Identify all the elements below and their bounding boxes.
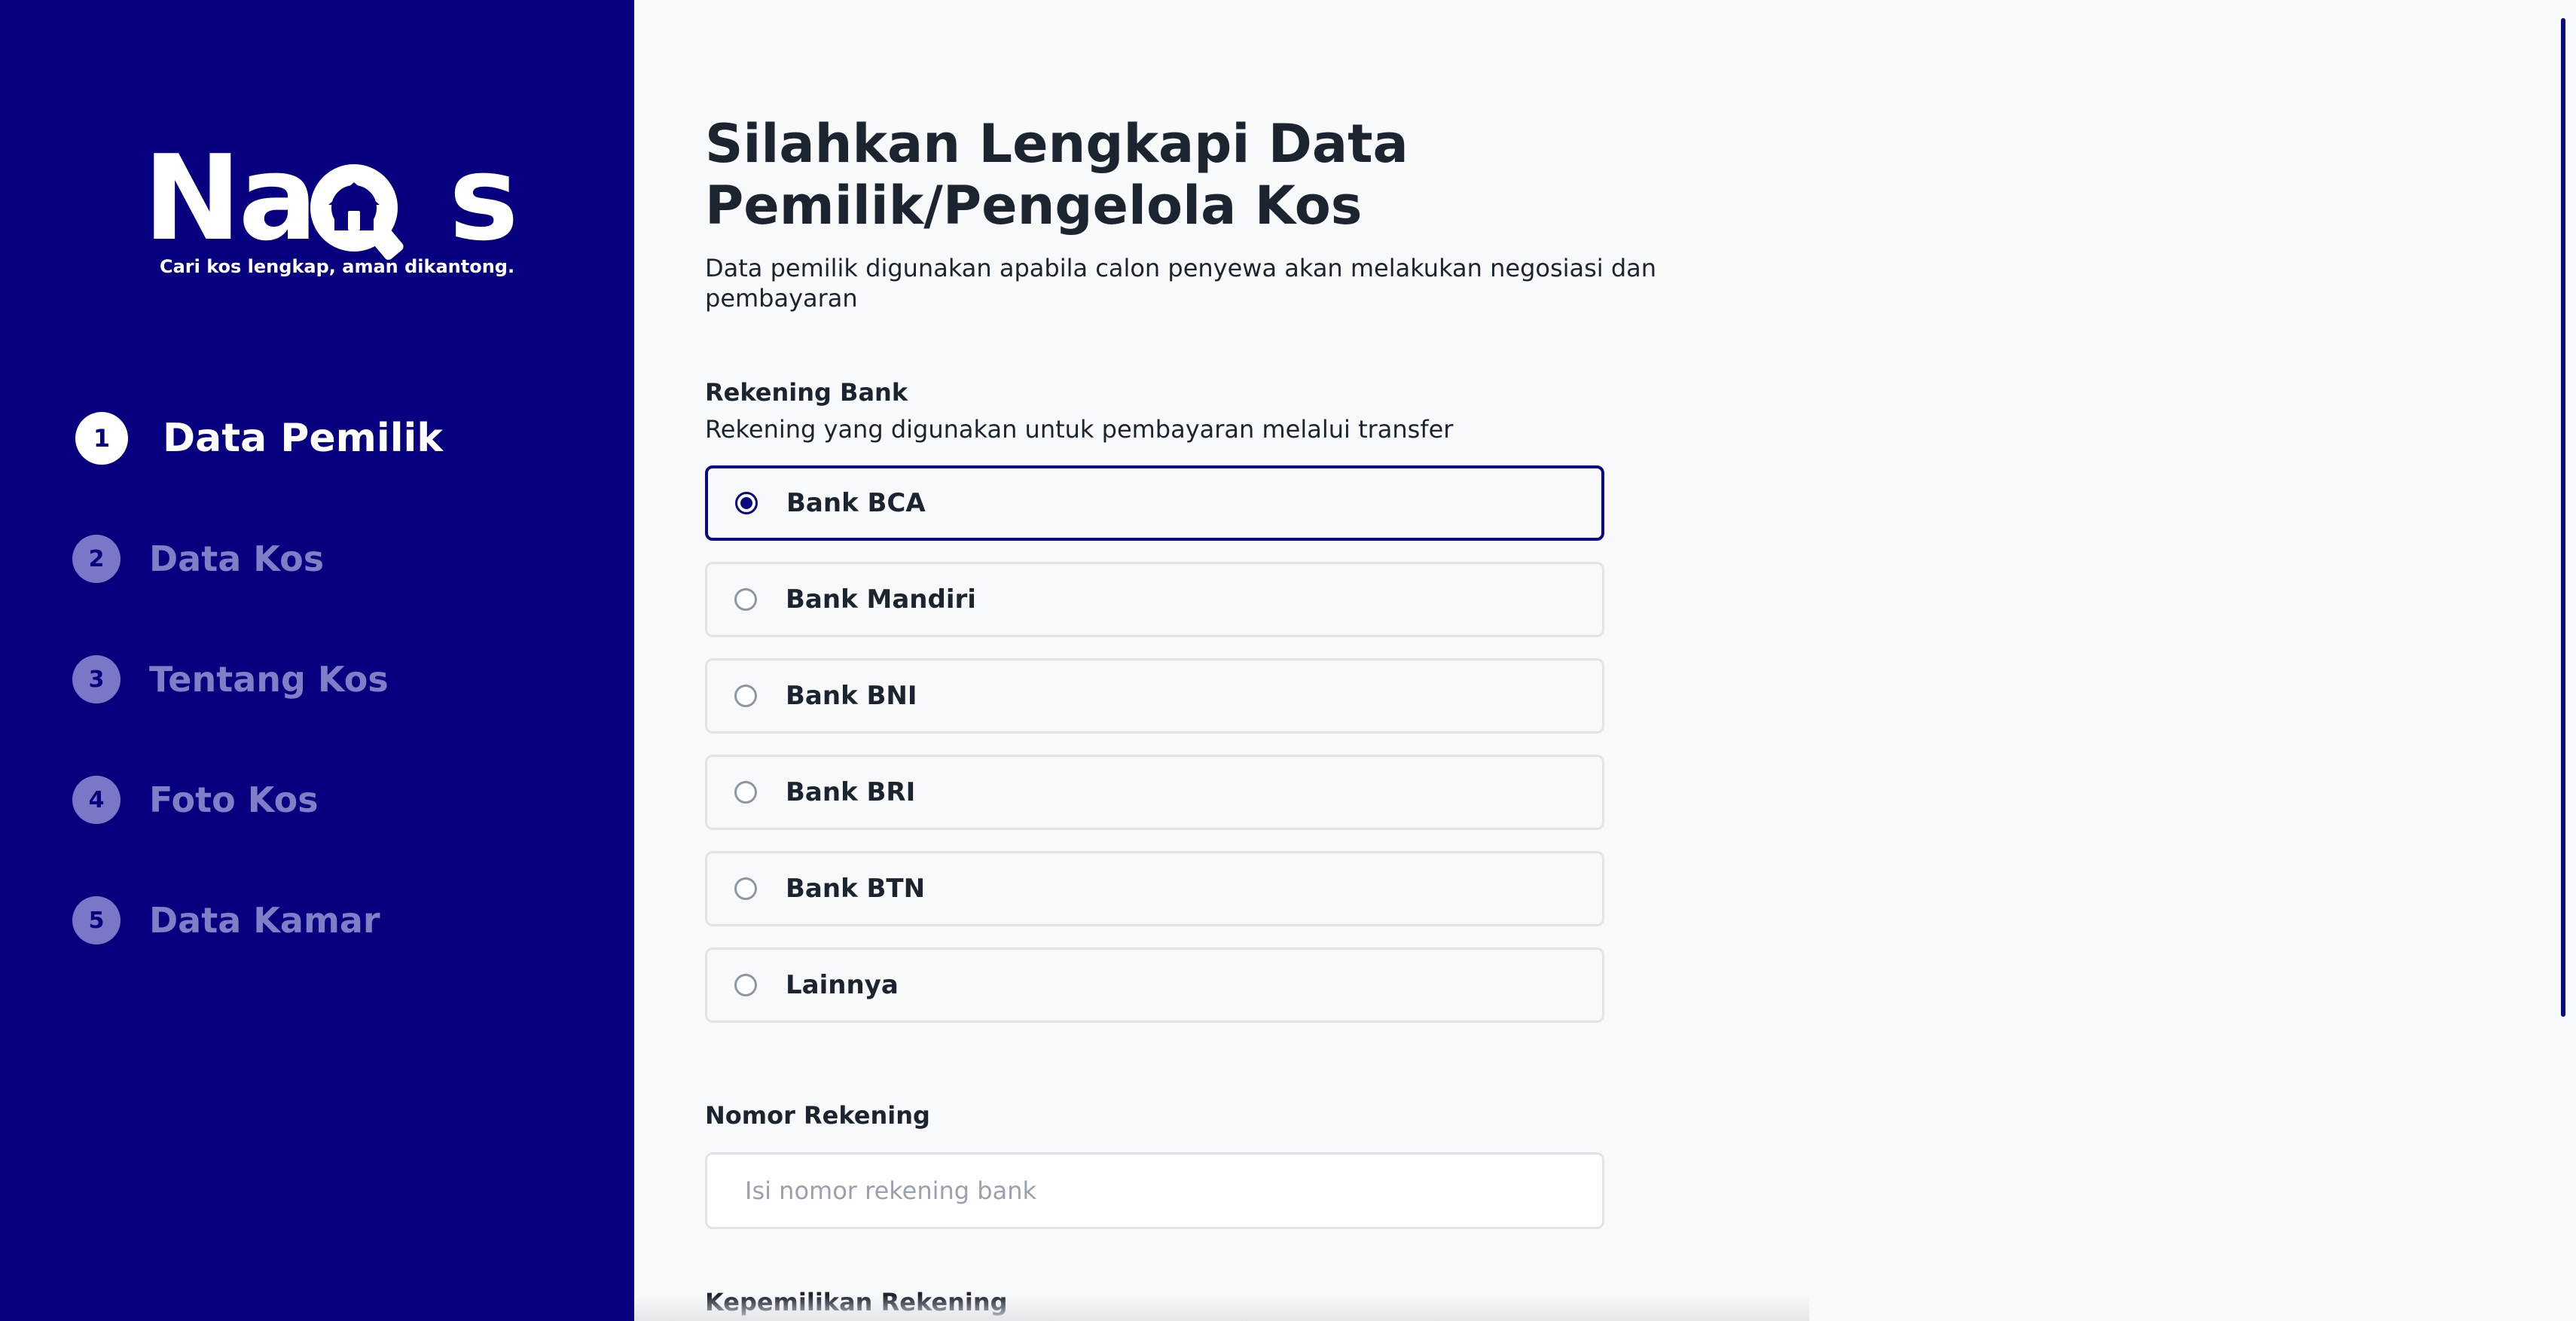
bank-option-lainnya[interactable]: Lainnya [705,947,1604,1023]
radio-icon[interactable] [734,685,757,707]
option-label: Bank BCA [786,488,926,518]
bank-option-bni[interactable]: Bank BNI [705,658,1604,734]
bank-option-btn[interactable]: Bank BTN [705,851,1604,926]
scrollbar[interactable] [2561,18,2565,1017]
step-number: 2 [72,535,121,583]
radio-selected-icon[interactable] [735,492,758,514]
step-number: 3 [72,655,121,703]
bank-option-bri[interactable]: Bank BRI [705,755,1604,830]
bank-section-label: Rekening Bank [705,378,908,407]
house-pin-icon [310,164,404,260]
step-label: Data Kos [149,538,325,579]
option-label: Bank BNI [786,681,917,711]
radio-icon[interactable] [734,588,757,611]
account-number-label: Nomor Rekening [705,1101,930,1130]
logo-tagline: Cari kos lengkap, aman dikantong. [160,256,515,277]
step-number: 5 [72,896,121,944]
bottom-fade [634,1295,1809,1321]
step-data-pemilik[interactable]: 1 Data Pemilik [75,408,443,468]
page-subtitle: Data pemilik digunakan apabila calon pen… [705,254,1657,313]
step-tentang-kos[interactable]: 3 Tentang Kos [72,649,389,709]
sidebar: Na s Cari kos lengkap, aman dikantong. 1 … [0,0,634,1321]
step-data-kamar[interactable]: 5 Data Kamar [72,890,380,950]
option-label: Bank Mandiri [786,584,976,615]
option-label: Bank BTN [786,874,926,904]
radio-icon[interactable] [734,877,757,900]
step-label: Data Kamar [149,900,380,941]
bank-section-hint: Rekening yang digunakan untuk pembayaran… [705,415,1454,444]
step-foto-kos[interactable]: 4 Foto Kos [72,770,319,830]
radio-icon[interactable] [734,781,757,804]
bank-option-bca[interactable]: Bank BCA [705,465,1604,541]
radio-icon[interactable] [734,974,757,996]
option-label: Bank BRI [786,777,916,807]
bank-option-mandiri[interactable]: Bank Mandiri [705,562,1604,637]
page-title: Silahkan Lengkapi Data Pemilik/Pengelola… [705,113,1409,236]
step-label: Foto Kos [149,779,319,820]
step-data-kos[interactable]: 2 Data Kos [72,529,324,589]
account-number-input[interactable] [705,1152,1604,1229]
option-label: Lainnya [786,970,899,1000]
step-number: 4 [72,776,121,824]
step-label: Tentang Kos [149,659,389,700]
step-label: Data Pemilik [163,416,443,461]
step-number: 1 [75,412,128,465]
